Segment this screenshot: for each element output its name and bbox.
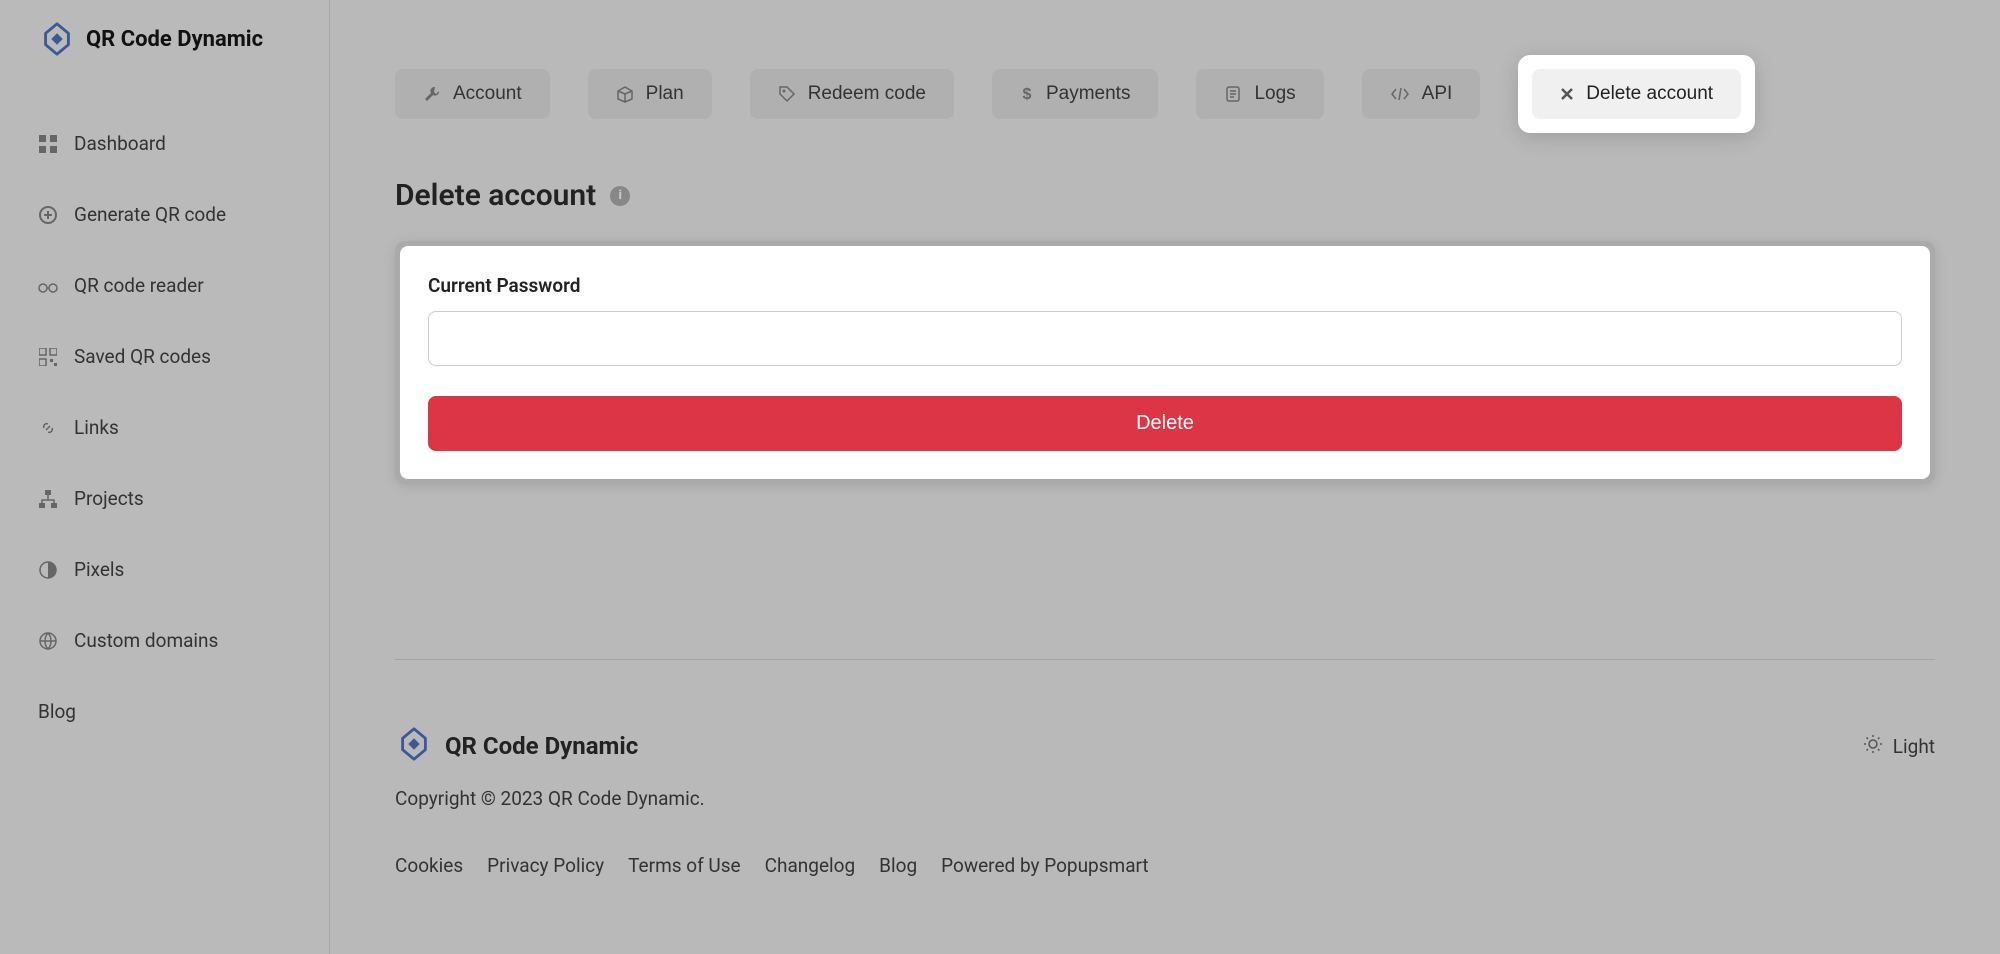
sidebar-item-reader[interactable]: QR code reader <box>0 250 329 321</box>
account-tabs: Account Plan Redeem code $ Payments <box>395 55 1935 133</box>
sidebar-item-domains[interactable]: Custom domains <box>0 605 329 676</box>
footer-link-terms[interactable]: Terms of Use <box>628 854 740 877</box>
wrench-icon <box>423 85 441 103</box>
sidebar: QR Code Dynamic Dashboard Generate QR co… <box>0 0 330 954</box>
footer-link-powered[interactable]: Powered by Popupsmart <box>941 854 1149 877</box>
brand-logo-icon <box>395 725 433 767</box>
theme-label: Light <box>1893 735 1935 758</box>
sidebar-item-label: Generate QR code <box>74 203 226 226</box>
delete-button[interactable]: Delete <box>428 396 1902 451</box>
sidebar-item-label: Custom domains <box>74 629 218 652</box>
sun-icon <box>1863 734 1883 759</box>
footer-link-privacy[interactable]: Privacy Policy <box>487 854 604 877</box>
main-content: Account Plan Redeem code $ Payments <box>330 0 2000 954</box>
tab-plan[interactable]: Plan <box>588 69 712 119</box>
sidebar-item-blog[interactable]: Blog <box>0 676 329 747</box>
tab-label: Account <box>453 83 522 105</box>
tab-label: Delete account <box>1586 83 1713 105</box>
tab-account[interactable]: Account <box>395 69 550 119</box>
scroll-icon <box>1224 85 1242 103</box>
plus-circle-icon <box>38 205 58 225</box>
tab-redeem[interactable]: Redeem code <box>750 69 954 119</box>
tab-label: API <box>1422 83 1453 105</box>
copyright: Copyright © 2023 QR Code Dynamic. <box>395 787 1935 810</box>
sidebar-item-saved[interactable]: Saved QR codes <box>0 321 329 392</box>
footer-brand-name: QR Code Dynamic <box>445 732 638 760</box>
brand-name: QR Code Dynamic <box>86 27 263 52</box>
glasses-icon <box>38 276 58 296</box>
globe-icon <box>38 631 58 651</box>
sidebar-item-label: Dashboard <box>74 132 166 155</box>
link-icon <box>38 418 58 438</box>
tab-logs[interactable]: Logs <box>1196 69 1323 119</box>
page-title: Delete account <box>395 178 596 213</box>
tab-label: Payments <box>1046 83 1130 105</box>
tab-label: Plan <box>646 83 684 105</box>
code-icon <box>1390 85 1410 103</box>
box-icon <box>616 85 634 103</box>
diagram-icon <box>38 489 58 509</box>
sidebar-item-pixels[interactable]: Pixels <box>0 534 329 605</box>
footer-logo[interactable]: QR Code Dynamic <box>395 725 638 767</box>
sidebar-item-label: Pixels <box>74 558 124 581</box>
password-label: Current Password <box>428 274 1902 297</box>
footer-link-blog[interactable]: Blog <box>879 854 917 877</box>
tab-active-container: Delete account <box>1518 55 1755 133</box>
grid-icon <box>38 134 58 154</box>
brand-logo-icon <box>38 20 76 58</box>
current-password-input[interactable] <box>428 311 1902 366</box>
page-title-row: Delete account i <box>395 178 1935 213</box>
tab-api[interactable]: API <box>1362 69 1481 119</box>
info-icon[interactable]: i <box>610 186 630 206</box>
svg-text:$: $ <box>1023 86 1032 103</box>
sidebar-item-label: Blog <box>38 700 76 723</box>
logo[interactable]: QR Code Dynamic <box>0 20 329 58</box>
sidebar-item-label: Saved QR codes <box>74 345 211 368</box>
footer-link-cookies[interactable]: Cookies <box>395 854 463 877</box>
sidebar-item-links[interactable]: Links <box>0 392 329 463</box>
sidebar-item-label: Links <box>74 416 119 439</box>
dollar-icon: $ <box>1020 85 1034 103</box>
sidebar-item-projects[interactable]: Projects <box>0 463 329 534</box>
qr-icon <box>38 347 58 367</box>
footer-links: Cookies Privacy Policy Terms of Use Chan… <box>395 854 1935 877</box>
footer-divider <box>395 659 1935 660</box>
sidebar-item-generate[interactable]: Generate QR code <box>0 179 329 250</box>
sidebar-item-label: QR code reader <box>74 274 204 297</box>
theme-toggle[interactable]: Light <box>1863 734 1935 759</box>
sidebar-item-dashboard[interactable]: Dashboard <box>0 108 329 179</box>
footer-link-changelog[interactable]: Changelog <box>765 854 856 877</box>
tab-label: Logs <box>1254 83 1295 105</box>
times-icon <box>1560 87 1574 101</box>
delete-card-wrapper: Current Password Delete <box>395 241 1935 484</box>
sidebar-item-label: Projects <box>74 487 144 510</box>
tab-delete-account[interactable]: Delete account <box>1532 69 1741 119</box>
footer: QR Code Dynamic Light Copyright © 2023 Q… <box>395 725 1935 877</box>
tab-payments[interactable]: $ Payments <box>992 69 1158 119</box>
delete-card: Current Password Delete <box>400 246 1930 479</box>
tag-icon <box>778 85 796 103</box>
circle-half-icon <box>38 560 58 580</box>
tab-label: Redeem code <box>808 83 926 105</box>
